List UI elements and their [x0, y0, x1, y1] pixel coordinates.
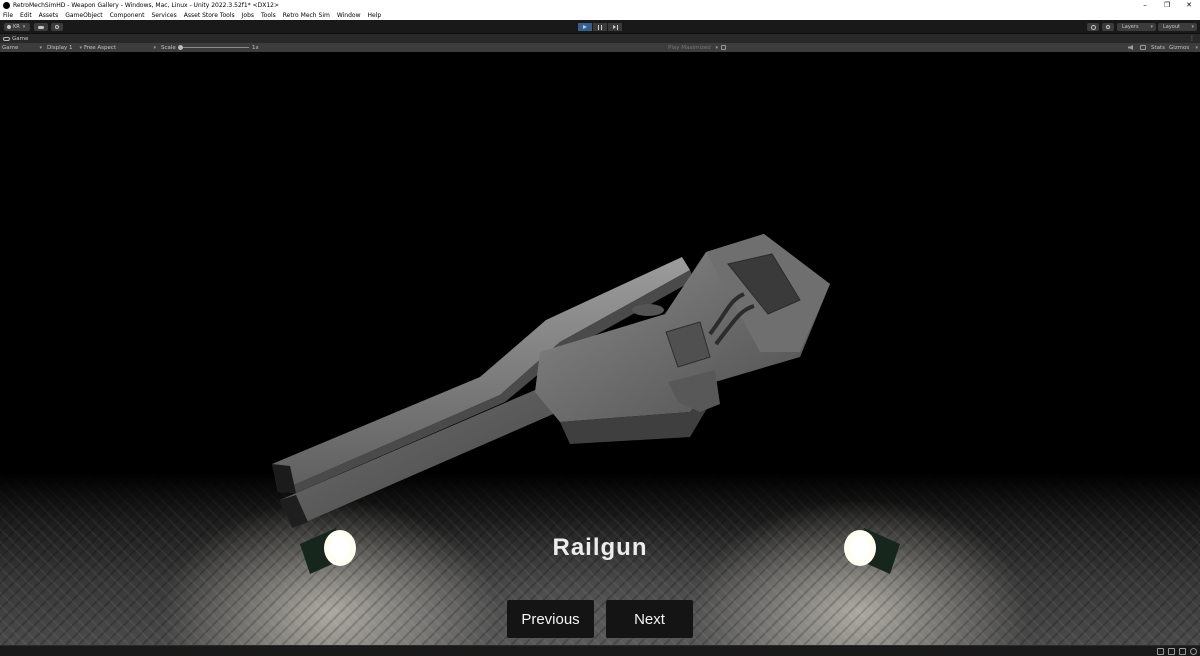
chevron-down-icon: ▾ [153, 44, 156, 51]
display-select[interactable]: Display 1 ▾ [47, 43, 82, 52]
chevron-down-icon: ▾ [1195, 44, 1198, 51]
settings-icon[interactable] [1190, 648, 1197, 655]
mute-audio-icon[interactable] [1128, 43, 1133, 52]
menu-gameobject[interactable]: GameObject [65, 12, 102, 19]
progress-icon[interactable] [1168, 648, 1175, 655]
search-button[interactable] [1102, 23, 1114, 31]
aspect-select[interactable]: Free Aspect ▾ [84, 43, 156, 52]
tab-game-label: Game [12, 35, 29, 42]
pause-icon [598, 24, 602, 30]
pause-button[interactable] [593, 23, 607, 31]
play-button[interactable] [578, 23, 592, 31]
gizmos-label: Gizmos [1169, 44, 1190, 51]
close-button[interactable]: ✕ [1178, 0, 1200, 10]
step-button[interactable] [608, 23, 622, 31]
account-dropdown[interactable]: KR ▾ [4, 23, 30, 31]
playback-controls [578, 23, 623, 31]
shortcut-icon[interactable] [1140, 43, 1146, 52]
cloud-icon [38, 25, 44, 29]
scale-slider-handle[interactable] [178, 45, 183, 50]
scale-label: Scale [161, 44, 176, 51]
menu-tools[interactable]: Tools [261, 12, 276, 19]
play-icon [583, 25, 587, 29]
account-icon [7, 25, 11, 29]
chevron-down-icon: ▾ [39, 44, 42, 51]
menu-retro-mech-sim[interactable]: Retro Mech Sim [283, 12, 330, 19]
step-icon [612, 24, 618, 30]
view-type-select[interactable]: Game ▾ [2, 43, 42, 52]
history-icon [1090, 24, 1096, 30]
gizmos-dropdown[interactable]: Gizmos ▾ [1169, 43, 1198, 52]
bake-icon[interactable] [1157, 648, 1164, 655]
frame-debugger-icon[interactable] [721, 43, 726, 52]
scale-slider-track[interactable] [181, 47, 249, 48]
layers-label: Layers [1122, 24, 1139, 30]
stats-toggle[interactable]: Stats [1151, 43, 1165, 52]
game-tab-bar: Game ⋮ [0, 34, 1200, 43]
previous-button[interactable]: Previous [507, 600, 594, 638]
game-viewport[interactable]: Railgun Previous Next [0, 52, 1200, 645]
menu-window[interactable]: Window [337, 12, 361, 19]
display-label: Display 1 [47, 44, 73, 51]
search-icon [1106, 25, 1110, 29]
unity-logo-icon [3, 1, 10, 9]
play-mode-label: Play Maximized [668, 44, 711, 51]
menu-bar: File Edit Assets GameObject Component Se… [0, 10, 1200, 20]
collab-icon [55, 25, 59, 29]
scale-value: 1x [252, 44, 259, 51]
menu-component[interactable]: Component [110, 12, 145, 19]
aspect-label: Free Aspect [84, 44, 117, 51]
layers-dropdown[interactable]: Layers ▾ [1117, 23, 1156, 31]
cloud-button[interactable] [34, 23, 48, 31]
menu-asset-store-tools[interactable]: Asset Store Tools [184, 12, 235, 19]
restore-button[interactable]: ❐ [1156, 0, 1178, 10]
chevron-down-icon: ▾ [715, 44, 718, 51]
gamepad-icon [3, 36, 10, 41]
view-type-label: Game [2, 44, 19, 51]
layout-dropdown[interactable]: Layout ▾ [1158, 23, 1197, 31]
collab-button[interactable] [51, 23, 63, 31]
window-title: RetroMechSimHD - Weapon Gallery - Window… [13, 1, 280, 9]
menu-file[interactable]: File [3, 12, 13, 19]
weapon-name-label: Railgun [552, 534, 648, 561]
menu-assets[interactable]: Assets [39, 12, 59, 19]
title-bar: RetroMechSimHD - Weapon Gallery - Window… [0, 0, 1200, 10]
menu-jobs[interactable]: Jobs [242, 12, 254, 19]
account-label: KR [13, 24, 20, 30]
chevron-down-icon: ▾ [79, 44, 82, 51]
layout-label: Layout [1163, 24, 1180, 30]
more-options-icon[interactable]: ⋮ [1189, 35, 1195, 42]
status-bar [0, 645, 1200, 656]
main-toolbar: KR ▾ Layers ▾ Layout ▾ [0, 20, 1200, 34]
menu-services[interactable]: Services [151, 12, 176, 19]
status-icons [1153, 648, 1197, 655]
chevron-down-icon: ▾ [22, 24, 26, 30]
tab-game[interactable]: Game [3, 36, 28, 42]
minimize-button[interactable]: – [1134, 0, 1156, 10]
next-button[interactable]: Next [606, 600, 693, 638]
menu-edit[interactable]: Edit [20, 12, 32, 19]
window-controls: – ❐ ✕ [1134, 0, 1200, 10]
game-view-toolbar: Game ▾ Display 1 ▾ Free Aspect ▾ Scale 1… [0, 43, 1200, 52]
undo-history-button[interactable] [1087, 23, 1099, 31]
debug-icon[interactable] [1179, 648, 1186, 655]
play-mode-select[interactable]: Play Maximized ▾ [668, 43, 718, 52]
chevron-down-icon: ▾ [1150, 24, 1153, 30]
menu-help[interactable]: Help [368, 12, 382, 19]
chevron-down-icon: ▾ [1191, 24, 1194, 30]
top-dome [632, 304, 664, 316]
